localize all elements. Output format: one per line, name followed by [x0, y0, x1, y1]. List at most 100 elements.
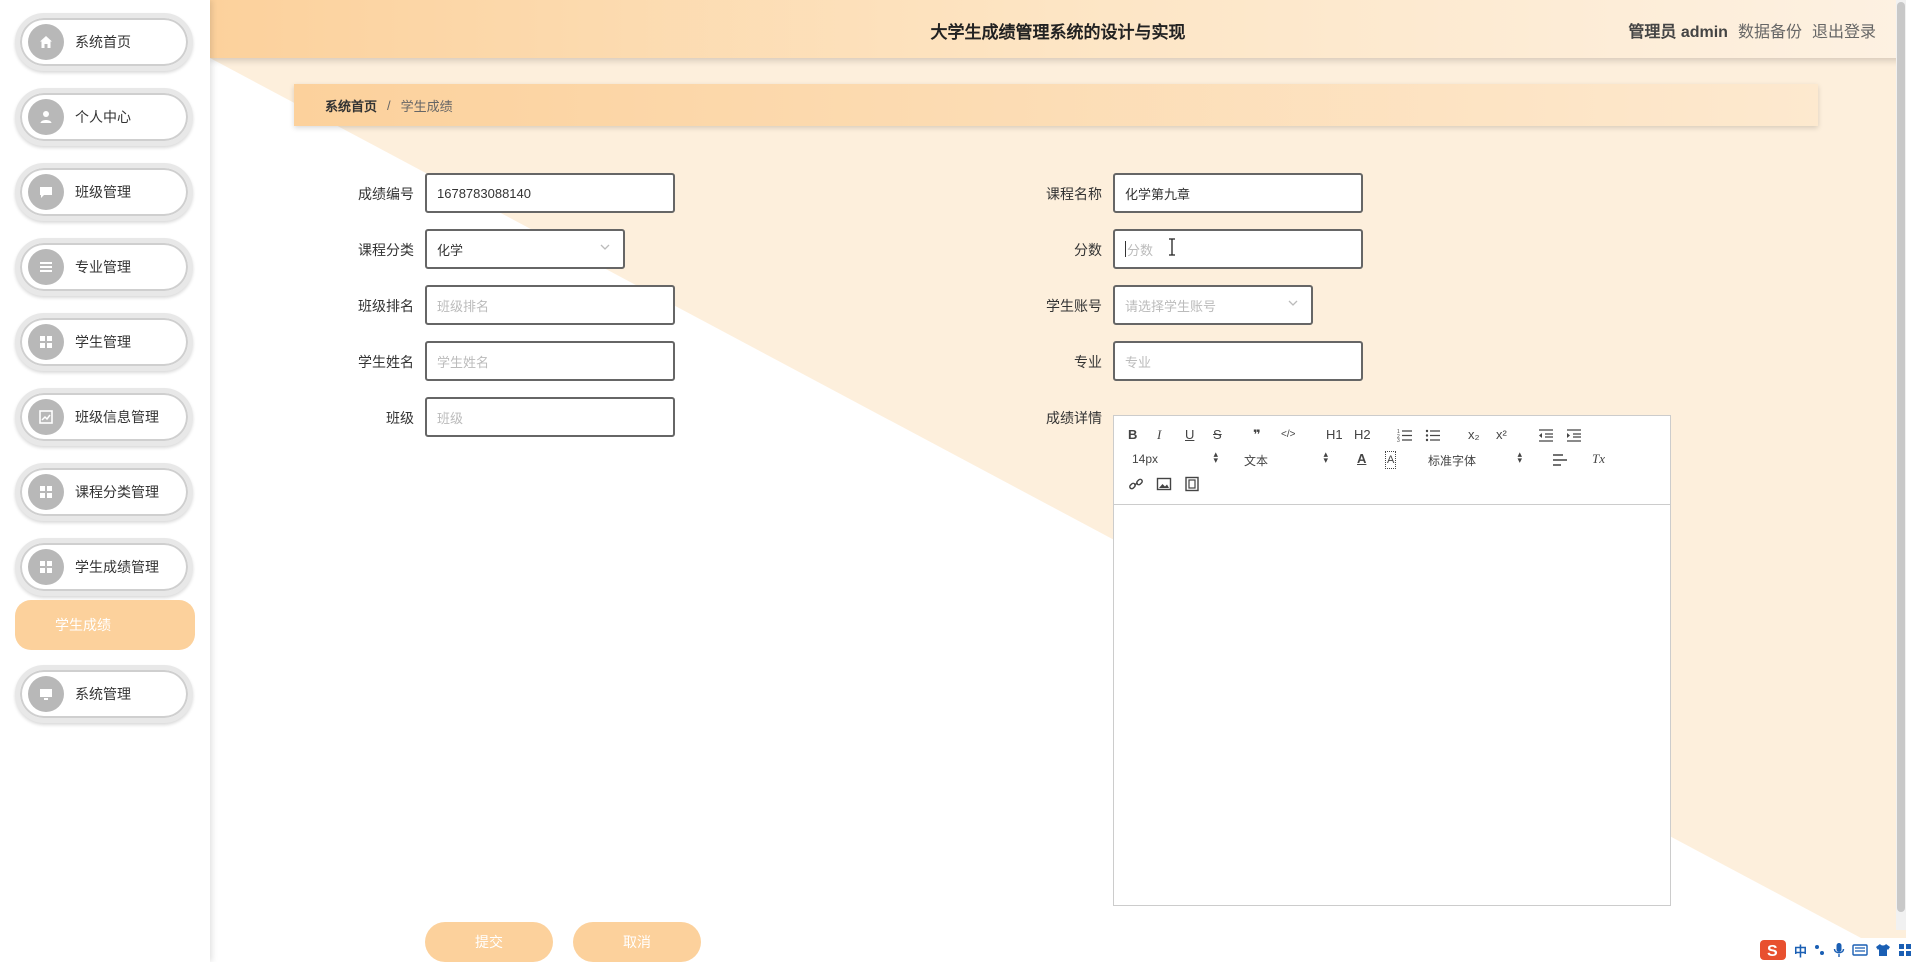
select-arrows-icon: ▴ ▾	[1323, 449, 1328, 465]
monitor-icon	[28, 676, 64, 712]
ime-toolbar: S 中	[1754, 938, 1916, 962]
vertical-scrollbar[interactable]	[1896, 0, 1906, 930]
image-icon[interactable]	[1156, 476, 1172, 492]
superscript-button[interactable]: x²	[1496, 427, 1507, 443]
class-rank-placeholder: 班级排名	[437, 298, 490, 314]
microphone-icon[interactable]	[1833, 942, 1845, 958]
data-backup-link[interactable]: 数据备份	[1738, 18, 1802, 42]
score-no-input[interactable]: 1678783088140	[425, 173, 675, 213]
ibeam-cursor-icon	[1169, 238, 1175, 256]
code-block-button[interactable]: </>	[1281, 427, 1295, 443]
admin-label: 管理员 admin	[1628, 24, 1728, 41]
score-no-label: 成绩编号	[358, 186, 414, 202]
editor-toolbar: B I U S ❞ </> H1 H2 123 x₂ x² 14px ▴ ▾ 文本…	[1114, 416, 1670, 505]
top-header: 大学生成绩管理系统的设计与实现 管理员 admin 数据备份 退出登录	[210, 0, 1906, 58]
video-icon[interactable]	[1184, 476, 1200, 492]
strike-button[interactable]: S	[1213, 427, 1222, 443]
header-format-value: 文本	[1244, 454, 1269, 468]
sidebar-item-label: 课程分类管理	[75, 484, 159, 500]
breadcrumb: 系统首页 / 学生成绩	[294, 84, 1818, 126]
sidebar-item-label: 个人中心	[75, 109, 131, 125]
indent-icon[interactable]	[1566, 428, 1582, 442]
chevron-down-icon	[1288, 300, 1298, 306]
keyboard-icon[interactable]	[1852, 943, 1868, 957]
select-arrows-icon: ▴ ▾	[1517, 449, 1522, 465]
sidebar-item-personal-center[interactable]: 个人中心	[15, 88, 193, 146]
text-caret	[1125, 241, 1126, 257]
sidebar-item-label: 专业管理	[75, 259, 131, 275]
student-name-input[interactable]: 学生姓名	[425, 341, 675, 381]
sidebar-subitem-student-score[interactable]: 学生成绩	[15, 600, 195, 650]
student-account-placeholder: 请选择学生账号	[1125, 298, 1217, 314]
bullet-list-icon[interactable]	[1425, 428, 1441, 442]
editor-content-area[interactable]	[1114, 505, 1670, 905]
class-input[interactable]: 班级	[425, 397, 675, 437]
major-input[interactable]: 专业	[1113, 341, 1363, 381]
breadcrumb-home[interactable]: 系统首页	[325, 96, 377, 115]
blockquote-button[interactable]: ❞	[1253, 427, 1261, 443]
h1-button[interactable]: H1	[1326, 427, 1343, 443]
sidebar-item-system-management[interactable]: 系统管理	[15, 665, 193, 723]
italic-button[interactable]: I	[1157, 427, 1161, 443]
skin-shirt-icon[interactable]	[1875, 943, 1891, 957]
sidebar-item-label: 班级信息管理	[75, 409, 159, 425]
sidebar-item-label: 学生管理	[75, 334, 131, 350]
student-name-label: 学生姓名	[358, 354, 414, 370]
font-size-value: 14px	[1132, 452, 1159, 466]
ime-lang[interactable]: 中	[1794, 941, 1807, 960]
course-category-value: 化学	[437, 242, 464, 258]
class-placeholder: 班级	[437, 410, 464, 426]
sidebar-item-label: 系统首页	[75, 34, 131, 50]
underline-button[interactable]: U	[1185, 427, 1194, 443]
h2-button[interactable]: H2	[1354, 427, 1371, 443]
chat-icon	[28, 174, 64, 210]
background-color-button[interactable]: A	[1385, 451, 1397, 469]
submit-button[interactable]: 提交	[425, 922, 553, 962]
sidebar-item-home[interactable]: 系统首页	[15, 13, 193, 71]
link-icon[interactable]	[1128, 476, 1144, 492]
home-icon	[28, 24, 64, 60]
sidebar-item-major-management[interactable]: 专业管理	[15, 238, 193, 296]
scrollbar-thumb[interactable]	[1897, 2, 1905, 912]
score-no-value: 1678783088140	[437, 185, 531, 201]
sogou-logo-icon[interactable]: S	[1759, 939, 1787, 961]
bold-button[interactable]: B	[1128, 427, 1137, 443]
course-name-input[interactable]: 化学第九章	[1113, 173, 1363, 213]
major-placeholder: 专业	[1125, 354, 1152, 370]
score-label: 分数	[1074, 242, 1102, 258]
sidebar-item-student-management[interactable]: 学生管理	[15, 313, 193, 371]
cancel-button[interactable]: 取消	[573, 922, 701, 962]
subscript-button[interactable]: x₂	[1468, 427, 1480, 443]
align-left-icon[interactable]	[1552, 453, 1568, 467]
sidebar-item-class-management[interactable]: 班级管理	[15, 163, 193, 221]
grid-icon	[28, 549, 64, 585]
header-format-select[interactable]: 文本 ▴ ▾	[1244, 449, 1328, 469]
class-rank-input[interactable]: 班级排名	[425, 285, 675, 325]
chart-icon	[28, 399, 64, 435]
logout-link[interactable]: 退出登录	[1812, 18, 1876, 42]
score-placeholder: 分数	[1127, 242, 1154, 258]
font-color-button[interactable]: A	[1357, 451, 1366, 467]
course-category-select[interactable]: 化学	[425, 229, 625, 269]
grid-icon	[28, 324, 64, 360]
breadcrumb-separator: /	[387, 97, 391, 113]
outdent-icon[interactable]	[1538, 428, 1554, 442]
toolbox-grid-icon[interactable]	[1898, 943, 1912, 957]
ordered-list-icon[interactable]: 123	[1397, 428, 1413, 442]
class-rank-label: 班级排名	[358, 298, 414, 314]
font-family-select[interactable]: 标准字体 ▴ ▾	[1428, 449, 1522, 469]
student-name-placeholder: 学生姓名	[437, 354, 490, 370]
class-label: 班级	[386, 410, 414, 426]
student-account-select[interactable]: 请选择学生账号	[1113, 285, 1313, 325]
course-category-label: 课程分类	[358, 242, 414, 258]
sidebar-item-score-management[interactable]: 学生成绩管理	[15, 538, 193, 596]
sidebar-item-class-info-management[interactable]: 班级信息管理	[15, 388, 193, 446]
sidebar-item-course-category-management[interactable]: 课程分类管理	[15, 463, 193, 521]
select-arrows-icon: ▴ ▾	[1213, 449, 1218, 465]
course-name-value: 化学第九章	[1125, 186, 1191, 202]
score-input[interactable]: 分数	[1113, 229, 1363, 269]
sidebar: 系统首页 个人中心 班级管理 专业管理 学生管理 班级信息管理 课程分类管理 学…	[0, 0, 210, 962]
clear-format-button[interactable]: Tx	[1592, 451, 1605, 467]
punctuation-icon[interactable]	[1814, 943, 1826, 957]
font-size-select[interactable]: 14px ▴ ▾	[1132, 449, 1218, 467]
